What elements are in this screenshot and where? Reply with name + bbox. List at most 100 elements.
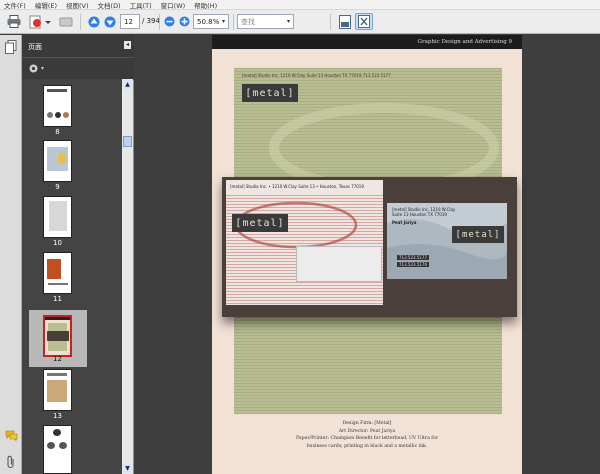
chevron-down-icon: ▾	[221, 18, 225, 25]
arrow-down-icon	[104, 16, 116, 27]
options-icon	[29, 64, 38, 73]
menu-tools[interactable]: 工具(T)	[130, 0, 152, 10]
printer-icon	[7, 15, 21, 28]
thumbnail-page-11[interactable]	[43, 252, 72, 294]
zoom-in-icon	[179, 16, 189, 27]
thumbnail-page-10[interactable]	[43, 196, 72, 238]
pages-panel-button[interactable]	[5, 40, 17, 56]
thumbnail-page-9[interactable]	[43, 140, 72, 182]
envelope-return-address: [metal] Studio Inc. • 1210 W.Clay Suite …	[230, 184, 364, 189]
page-number-input[interactable]: 12	[120, 14, 140, 29]
menu-file[interactable]: 文件(F)	[4, 0, 26, 10]
card-address-line2: Suite 13 Houston TX 77019	[392, 212, 447, 217]
thumbnail-label: 12	[53, 355, 62, 363]
page-total: / 394	[142, 17, 160, 25]
thumbnail-art	[47, 442, 55, 449]
zoom-value: 50.8%	[197, 17, 220, 26]
card-phone-1: 713.523.5177	[397, 255, 429, 260]
envelope-pattern	[226, 194, 383, 305]
attachments-button[interactable]	[6, 455, 16, 471]
business-card: [metal] Studio Inc. 1210 W.Clay Suite 13…	[387, 203, 507, 279]
zoom-out-icon	[164, 16, 174, 27]
thumbnail-art	[47, 112, 53, 118]
thumbnail-art	[47, 89, 67, 92]
menu-bar: 文件(F) 编辑(E) 视图(V) 文档(D) 工具(T) 窗口(W) 帮助(H…	[0, 0, 600, 10]
find-input[interactable]: 查找 ▾	[237, 14, 294, 29]
thumbnail-art	[63, 112, 69, 118]
thumbnail-art	[45, 317, 70, 320]
scroll-down-icon[interactable]: ▼	[123, 464, 132, 473]
caption-design-firm: Design Firm: [Metal]	[342, 421, 392, 426]
thumbnail-label: 9	[55, 183, 60, 191]
thumbnail-page-12[interactable]	[43, 315, 72, 357]
metal-logo: [metal]	[232, 214, 288, 232]
find-placeholder: 查找	[241, 17, 255, 26]
chevron-down-icon: ▾	[286, 18, 290, 25]
caption-paper-printer-cont: business cards; printing in black and a …	[306, 443, 428, 449]
toolbar: 12 / 394 50.8% ▾ 查找 ▾	[0, 10, 600, 34]
collaborate-button[interactable]	[58, 13, 74, 30]
thumbnail-art	[47, 380, 67, 402]
thumbnail-art	[47, 331, 69, 341]
thumbnail-page-13[interactable]	[43, 369, 72, 411]
pages-icon	[5, 40, 17, 54]
menu-view[interactable]: 视图(V)	[66, 0, 89, 10]
running-head: Graphic Design and Advertising 9	[212, 35, 522, 49]
thumbnail-art	[59, 442, 67, 449]
thumbnail-list: 8 9 10 11 12 13	[22, 79, 122, 474]
chevron-left-icon: ◂	[125, 41, 129, 48]
thumbnail-art	[48, 283, 68, 285]
thumbnail-art	[47, 373, 67, 376]
thumbnail-page-8[interactable]	[43, 85, 72, 127]
thumbnail-label: 13	[53, 412, 62, 420]
panel-header: 页面 ◂	[22, 35, 134, 57]
caption-art-director: Art Director: Peat Jariya	[338, 428, 396, 434]
envelope: [metal] Studio Inc. • 1210 W.Clay Suite …	[226, 180, 383, 305]
arrow-up-icon	[88, 16, 100, 27]
card-phone-2: 713.523.5176	[397, 262, 429, 267]
print-button[interactable]	[5, 13, 23, 30]
paperclip-icon	[7, 455, 14, 469]
metal-logo: [metal]	[242, 84, 298, 102]
thumbnail-art	[55, 112, 61, 118]
card-name: Peat Jariya	[392, 220, 417, 225]
separator	[233, 14, 234, 30]
next-page-button[interactable]	[101, 13, 119, 30]
page-caption: Design Firm: [Metal] Art Director: Peat …	[212, 420, 522, 450]
comment-icon	[5, 430, 18, 442]
letterhead-address: [metal] Studio Inc. 1210 W.Clay Suite 13…	[242, 73, 391, 78]
panel-options-bar: ▾	[22, 57, 134, 80]
create-pdf-button[interactable]	[28, 13, 52, 30]
thumbnail-page-partial[interactable]	[43, 425, 72, 474]
fit-page-icon	[339, 14, 351, 29]
zoom-select[interactable]: 50.8% ▾	[193, 14, 229, 29]
navigation-strip	[0, 35, 22, 474]
thumbnail-art	[47, 259, 61, 279]
thumbnail-label: 11	[53, 295, 62, 303]
comments-button[interactable]	[5, 430, 18, 443]
thumbnail-label: 10	[53, 239, 62, 247]
pages-panel: 页面 ◂ ▾ 8 9 10 11 12 13 ▲ ▼	[22, 35, 134, 474]
menu-document[interactable]: 文档(D)	[98, 0, 121, 10]
zoom-out-button[interactable]	[162, 13, 176, 30]
chevron-down-icon: ▾	[41, 65, 45, 72]
scrollbar-thumb[interactable]	[123, 136, 132, 147]
scroll-up-icon[interactable]: ▲	[123, 80, 132, 89]
menu-help[interactable]: 帮助(H)	[194, 0, 217, 10]
menu-edit[interactable]: 编辑(E)	[35, 0, 57, 10]
caption-paper-printer: Paper/Printer: Champion Benefit for lett…	[296, 436, 438, 441]
envelope-window	[296, 246, 382, 282]
separator	[159, 14, 160, 30]
page-number-value: 12	[124, 17, 133, 26]
thumbnail-art	[53, 429, 61, 436]
full-screen-button[interactable]	[355, 13, 373, 30]
separator	[80, 14, 81, 30]
thumbnail-scrollbar[interactable]: ▲ ▼	[122, 79, 133, 474]
options-menu-button[interactable]: ▾	[28, 63, 44, 74]
collapse-panel-button[interactable]: ◂	[124, 41, 131, 49]
metal-logo: [metal]	[452, 226, 504, 243]
menu-window[interactable]: 窗口(W)	[161, 0, 186, 10]
collaborate-icon	[59, 17, 73, 26]
fit-page-button[interactable]	[336, 13, 354, 30]
zoom-in-button[interactable]	[177, 13, 191, 30]
